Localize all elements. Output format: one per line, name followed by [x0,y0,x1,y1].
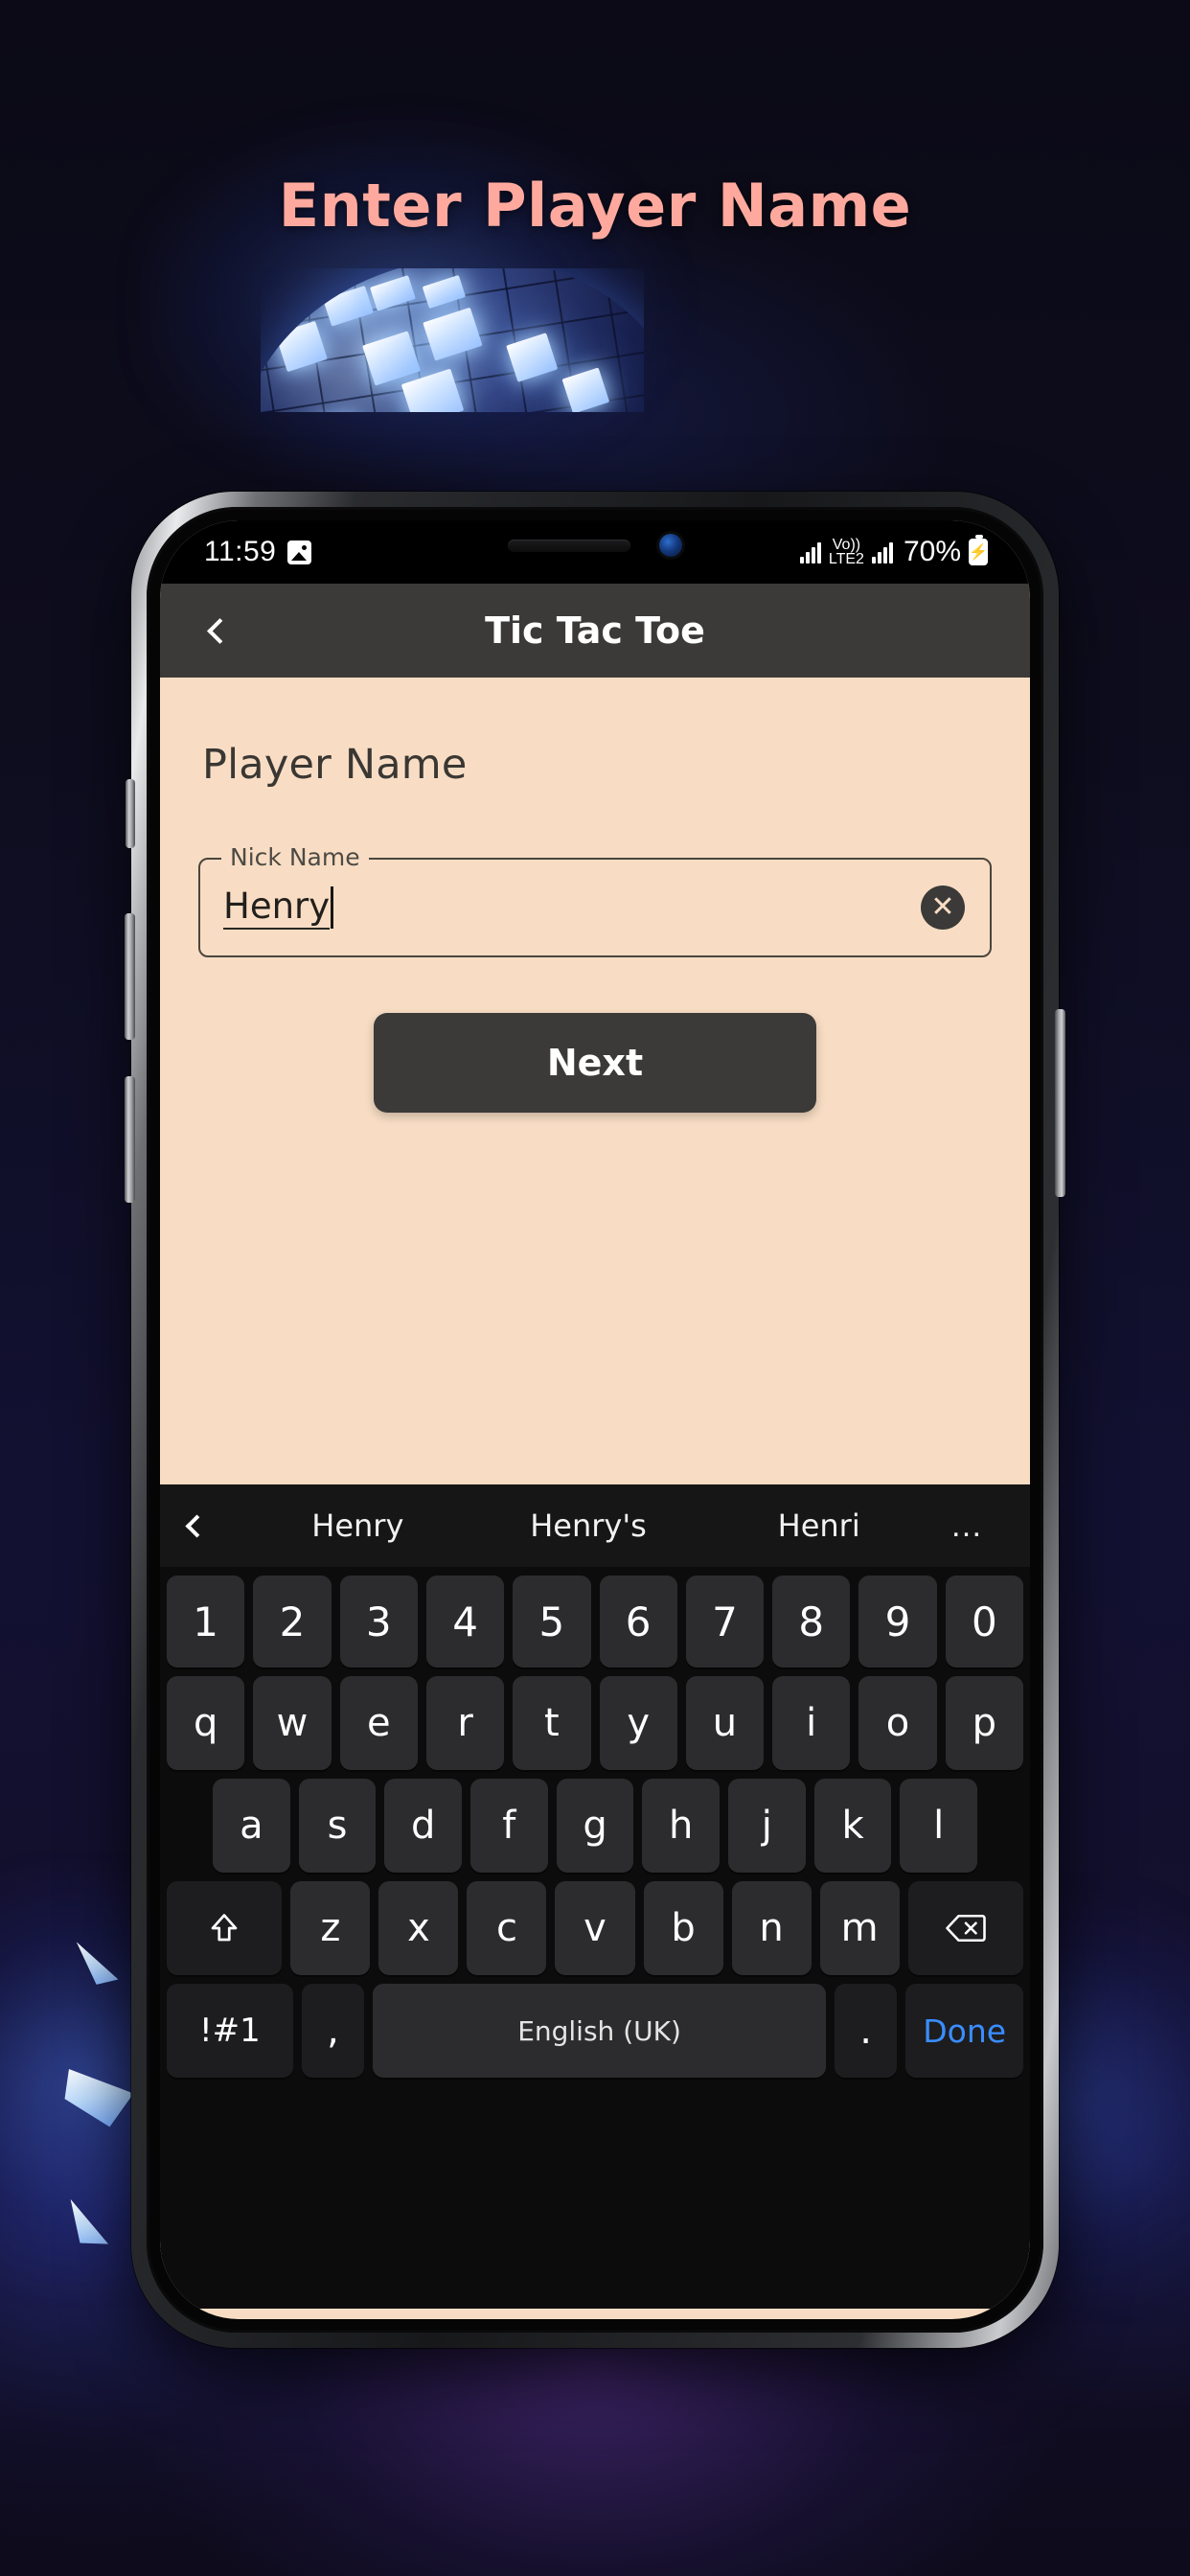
power-button[interactable] [1055,1009,1065,1197]
status-time: 11:59 [204,536,277,567]
main-content: Player Name Nick Name Henry ✕ Next [160,678,1030,1484]
key-1[interactable]: 1 [167,1576,245,1668]
key-s[interactable]: s [298,1779,377,1873]
device-notch [423,520,767,570]
disco-ball-graphic [261,268,644,412]
phone-screen: 11:59 Vo)) LTE2 70% ⚡ Tic Tac Toe Player… [160,520,1030,2319]
app-bar: Tic Tac Toe [160,584,1030,678]
chevron-left-icon [185,1513,209,1538]
earpiece-speaker-icon [508,539,630,552]
phone-bezel: 11:59 Vo)) LTE2 70% ⚡ Tic Tac Toe Player… [147,507,1043,2333]
key-i[interactable]: i [772,1676,851,1770]
key-r[interactable]: r [425,1676,505,1770]
screenshot-stage: Enter Player Name 11:59 Vo)) LTE2 70% ⚡ … [0,0,1190,2576]
key-o[interactable]: o [858,1676,937,1770]
shift-key[interactable] [167,1881,283,1975]
volume-up-button[interactable] [125,913,135,1040]
keyboard-row-numbers: 1 2 3 4 5 6 7 8 9 0 [160,1567,1030,1668]
keyboard-row-top: q w e r t y u i o p [160,1668,1030,1770]
key-k[interactable]: k [813,1779,892,1873]
on-screen-keyboard: Henry Henry's Henri … 1 2 3 4 5 6 7 8 9 … [160,1484,1030,2309]
key-z[interactable]: z [290,1881,371,1975]
phone-device-frame: 11:59 Vo)) LTE2 70% ⚡ Tic Tac Toe Player… [125,492,1065,2348]
key-7[interactable]: 7 [685,1576,765,1668]
close-circle-icon[interactable]: ✕ [921,886,965,930]
suggestion-bar: Henry Henry's Henri … [160,1484,1030,1567]
signal-bars-icon-1 [799,540,821,564]
battery-percent: 70% [903,536,961,567]
nick-name-value: Henry [223,886,331,930]
key-n[interactable]: n [731,1881,812,1975]
space-key[interactable]: English (UK) [373,1984,826,2078]
suggestion-overflow-icon[interactable]: … [934,1507,1001,1545]
key-g[interactable]: g [556,1779,634,1873]
keyboard-row-home: a s d f g h j k l [160,1770,1030,1873]
key-h[interactable]: h [642,1779,721,1873]
battery-charging-icon: ⚡ [969,535,988,565]
text-caret [331,886,334,929]
key-p[interactable]: p [945,1676,1023,1770]
nick-name-input[interactable]: Nick Name Henry ✕ [198,843,992,957]
suggestion-item[interactable]: Henry [242,1507,473,1544]
app-bar-title: Tic Tac Toe [485,610,705,652]
key-l[interactable]: l [900,1779,978,1873]
key-w[interactable]: w [253,1676,332,1770]
shift-arrow-icon [207,1911,241,1945]
key-c[interactable]: c [467,1881,547,1975]
key-j[interactable]: j [728,1779,806,1873]
key-0[interactable]: 0 [945,1576,1023,1668]
key-5[interactable]: 5 [513,1576,591,1668]
key-9[interactable]: 9 [858,1576,937,1668]
signal-bars-icon-2 [871,540,893,564]
key-e[interactable]: e [339,1676,418,1770]
key-3[interactable]: 3 [339,1576,418,1668]
comma-key[interactable]: , [301,1984,365,2078]
key-t[interactable]: t [513,1676,591,1770]
key-4[interactable]: 4 [425,1576,505,1668]
home-indicator [160,2083,1030,2089]
key-u[interactable]: u [685,1676,765,1770]
status-bar-right: Vo)) LTE2 70% ⚡ [799,535,988,568]
key-x[interactable]: x [378,1881,459,1975]
symbols-key[interactable]: !#1 [167,1984,293,2078]
key-2[interactable]: 2 [253,1576,332,1668]
next-button[interactable]: Next [374,1013,816,1113]
key-v[interactable]: v [555,1881,635,1975]
key-y[interactable]: y [599,1676,677,1770]
keyboard-row-bottom: z x c v b n m [160,1873,1030,1975]
key-d[interactable]: d [384,1779,462,1873]
page-headline: Enter Player Name [278,171,912,241]
key-8[interactable]: 8 [772,1576,851,1668]
front-camera-icon [659,534,682,557]
back-button[interactable] [193,604,246,657]
keyboard-row-function: !#1 , English (UK) . Done [160,1975,1030,2083]
page-title: Player Name [202,741,468,789]
backspace-key[interactable] [907,1881,1023,1975]
key-a[interactable]: a [212,1779,290,1873]
volte-indicator: Vo)) LTE2 [828,538,864,567]
status-bar-left: 11:59 [204,536,312,568]
chevron-left-icon [206,617,233,644]
done-key[interactable]: Done [905,1984,1023,2078]
nick-name-field-wrapper: Nick Name Henry ✕ [198,843,992,957]
volume-down-button[interactable] [125,1076,135,1203]
key-m[interactable]: m [819,1881,900,1975]
mute-switch-button[interactable] [126,779,135,848]
backspace-icon [946,1913,986,1944]
key-b[interactable]: b [643,1881,723,1975]
key-6[interactable]: 6 [599,1576,677,1668]
key-f[interactable]: f [470,1779,548,1873]
period-key[interactable]: . [834,1984,898,2078]
key-q[interactable]: q [167,1676,245,1770]
suggestion-back-button[interactable] [185,1513,242,1538]
disco-ball-glow [144,115,680,460]
suggestion-item[interactable]: Henri [703,1507,934,1544]
nick-name-label: Nick Name [221,843,369,871]
network-type-label: LTE2 [828,551,864,567]
photo-icon [287,540,312,564]
suggestion-item[interactable]: Henry's [473,1507,704,1544]
